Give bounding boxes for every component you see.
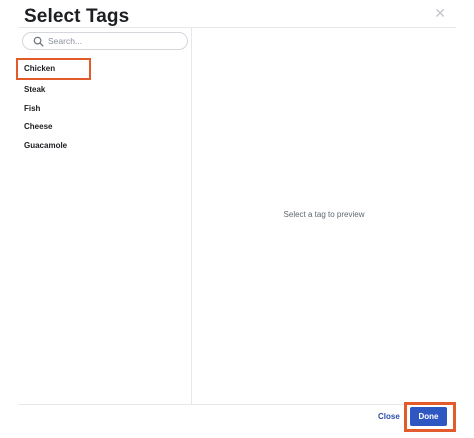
tag-item-cheese[interactable]: Cheese bbox=[18, 118, 191, 137]
tag-list: Chicken Steak Fish Cheese Guacamole bbox=[16, 58, 191, 156]
select-tags-dialog: Select Tags ✕ Chicken Steak Fish Cheese … bbox=[0, 0, 474, 438]
tag-item-fish[interactable]: Fish bbox=[18, 100, 191, 119]
tag-list-pane: Chicken Steak Fish Cheese Guacamole bbox=[16, 28, 192, 404]
tag-item-steak[interactable]: Steak bbox=[18, 81, 191, 100]
tag-item-chicken[interactable]: Chicken bbox=[16, 58, 91, 80]
close-button[interactable]: Close bbox=[378, 412, 400, 421]
tag-item-guacamole[interactable]: Guacamole bbox=[18, 137, 191, 156]
search-input[interactable] bbox=[48, 36, 178, 46]
close-icon[interactable]: ✕ bbox=[434, 6, 446, 20]
preview-empty-text: Select a tag to preview bbox=[283, 210, 365, 219]
search-icon bbox=[32, 35, 44, 47]
search-box[interactable] bbox=[22, 32, 188, 50]
done-button[interactable]: Done bbox=[410, 407, 447, 426]
footer-divider bbox=[18, 404, 456, 405]
tag-preview-pane: Select a tag to preview bbox=[192, 28, 456, 404]
dialog-title: Select Tags bbox=[24, 6, 130, 27]
